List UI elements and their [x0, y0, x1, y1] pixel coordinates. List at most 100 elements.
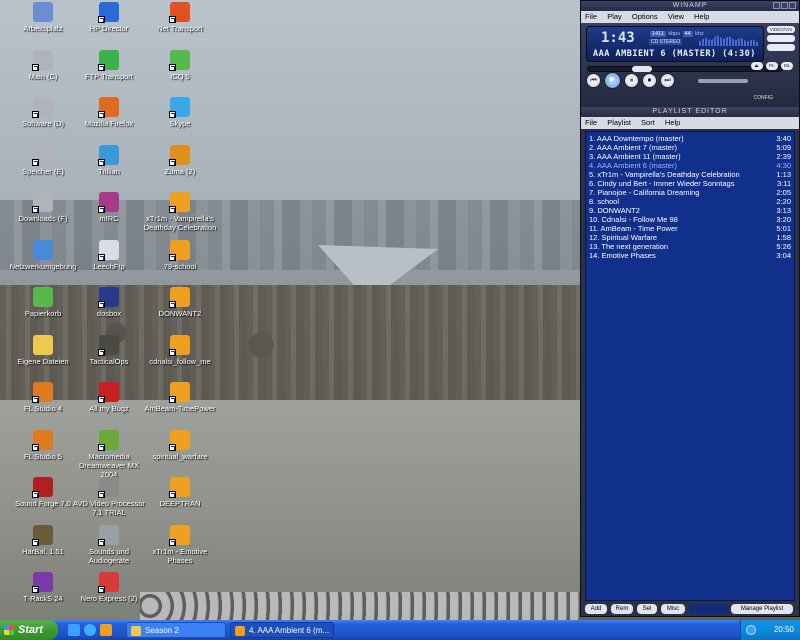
playlist-item[interactable]: 4. AAA Ambient 6 (master) 4:30: [589, 161, 791, 170]
desktop-icon[interactable]: Eigene Dateien: [6, 334, 80, 366]
desktop-icon[interactable]: cdnalsi_follow_me: [143, 334, 217, 366]
start-button[interactable]: Start: [0, 620, 58, 640]
desktop-icon[interactable]: Software (D): [6, 97, 80, 128]
desktop-icon[interactable]: ICQ 5: [143, 49, 217, 81]
volume-slider[interactable]: [698, 79, 748, 83]
playlist-item[interactable]: 9. DONWANT2 3:13: [589, 206, 791, 215]
desktop-icon[interactable]: HarBal, 1.51: [6, 524, 80, 556]
playlist-select-button[interactable]: Sel: [637, 604, 657, 614]
desktop-icon[interactable]: Nero Express (2): [72, 572, 146, 603]
playlist-item[interactable]: 8. school 2:20: [589, 197, 791, 206]
video-vis-button[interactable]: VIDEO/VIS: [767, 26, 795, 33]
playlist-item[interactable]: 3. AAA Ambient 11 (master) 2:39: [589, 152, 791, 161]
desktop-icon[interactable]: LeechFtp: [72, 239, 146, 271]
media-library-button[interactable]: ML: [781, 62, 793, 70]
quicklaunch-ie-icon[interactable]: [68, 624, 80, 636]
playlist-titlebar[interactable]: PLAYLIST EDITOR: [581, 107, 799, 117]
desktop-icon[interactable]: Sounds und Audiogeräte: [72, 524, 146, 565]
desktop-icon[interactable]: Speicher (E): [6, 144, 80, 176]
desktop-icon[interactable]: Trillian: [72, 144, 146, 176]
previous-icon[interactable]: ⏮: [586, 73, 601, 88]
winamp-menu-file[interactable]: File: [585, 12, 597, 21]
desktop-icon[interactable]: AVD Video Processor 7.1 TRIAL: [72, 477, 146, 517]
desktop-icon[interactable]: 79-school: [143, 239, 217, 271]
playlist-item[interactable]: 5. xTr1m - Vampirella's Deathday Celebra…: [589, 170, 791, 179]
playlist-menu-help[interactable]: Help: [665, 118, 680, 127]
winamp-menu-view[interactable]: View: [668, 12, 684, 21]
clock[interactable]: 20:50: [774, 620, 794, 640]
side-button-3[interactable]: [767, 44, 795, 51]
desktop-icon[interactable]: spiritual_warfare: [143, 429, 217, 461]
playlist-misc-button[interactable]: Misc: [661, 604, 685, 614]
quicklaunch-network-icon[interactable]: [84, 624, 96, 636]
desktop-icon[interactable]: FL Studio 5: [6, 429, 80, 461]
time-display[interactable]: 1:43: [601, 30, 635, 46]
play-icon[interactable]: ▶: [604, 72, 621, 89]
playlist-remove-button[interactable]: Rem: [611, 604, 633, 614]
spectrum-visualizer[interactable]: [699, 34, 759, 46]
playlist-item[interactable]: 12. Spiritual Warfare 1:58: [589, 233, 791, 242]
desktop-icon[interactable]: Main (C): [6, 49, 80, 81]
config-label[interactable]: CONFIG: [754, 95, 773, 101]
winamp-menu-help[interactable]: Help: [694, 12, 709, 21]
seek-knob[interactable]: [632, 66, 652, 72]
playlist-item[interactable]: 11. AmBeam - Time Power 5:01: [589, 224, 791, 233]
playlist-item[interactable]: 13. The next generation 5:26: [589, 242, 791, 251]
desktop-icon[interactable]: Papierkorb: [6, 287, 80, 318]
desktop-icon[interactable]: Sound Forge 7.0: [6, 477, 80, 508]
winamp-titlebar[interactable]: WINAMP: [581, 1, 799, 11]
desktop-icon[interactable]: dosbox: [72, 287, 146, 318]
taskbar-task-winamp[interactable]: 4. AAA Ambient 6 (m...: [230, 622, 334, 638]
desktop-icon[interactable]: xTr1m - Emotive Phases: [143, 524, 217, 565]
desktop-icon[interactable]: Macromedia Dreamweaver MX 2004: [72, 429, 146, 479]
playlist-item-duration: 5:01: [776, 224, 791, 233]
desktop-icon[interactable]: Downloads (F): [6, 192, 80, 223]
playlist-item[interactable]: 2. AAA Ambient 7 (master) 5:09: [589, 143, 791, 152]
desktop-icon[interactable]: FL Studio 4: [6, 382, 80, 413]
desktop-icon[interactable]: Mozilla Firefox: [72, 97, 146, 128]
eject-button[interactable]: ⏏: [750, 62, 763, 70]
playlist-menu-playlist[interactable]: Playlist: [607, 118, 631, 127]
winamp-menu-play[interactable]: Play: [607, 12, 622, 21]
quicklaunch-winamp-icon[interactable]: [100, 624, 112, 636]
next-icon[interactable]: ⏭: [660, 73, 675, 88]
desktop-icon[interactable]: All my Bugz: [72, 382, 146, 413]
pause-icon[interactable]: ⏸: [624, 73, 639, 88]
desktop-icon[interactable]: Arbeitsplatz: [6, 2, 80, 33]
minimize-icon[interactable]: [773, 2, 780, 9]
desktop-icon[interactable]: mIRC: [72, 192, 146, 223]
desktop-icon[interactable]: Skype: [143, 97, 217, 128]
close-icon[interactable]: [789, 2, 796, 9]
desktop-icon[interactable]: Netzwerkumgebung: [6, 239, 80, 271]
playlist-toggle-button[interactable]: PL: [765, 62, 778, 70]
playlist-add-button[interactable]: Add: [585, 604, 607, 614]
playlist-item[interactable]: 10. Cdnalsi - Follow Me 98 3:20: [589, 215, 791, 224]
desktop-icon[interactable]: FTP Transport: [72, 49, 146, 81]
desktop-icon[interactable]: AmBeam-TimePower: [143, 382, 217, 413]
desktop-icon[interactable]: TacticalOps: [72, 334, 146, 366]
taskbar-task-folder[interactable]: Season 2: [126, 622, 226, 638]
side-button-2[interactable]: [767, 35, 795, 42]
winamp-file-icon: [169, 524, 190, 546]
desktop-icon[interactable]: T-RackS 24: [6, 572, 80, 603]
shade-icon[interactable]: [781, 2, 788, 9]
desktop-icon[interactable]: DONWANT2: [143, 287, 217, 318]
manage-playlist-button[interactable]: Manage Playlist: [731, 604, 793, 614]
playlist-menu-sort[interactable]: Sort: [641, 118, 655, 127]
desktop-icon[interactable]: HP Director: [72, 2, 146, 33]
stop-icon[interactable]: ⏹: [642, 73, 657, 88]
playlist-item[interactable]: 7. Pianojoe - California Dreaming 2:05: [589, 188, 791, 197]
recycle-bin-icon: [33, 287, 53, 307]
tray-icon[interactable]: [746, 625, 756, 635]
playlist-item[interactable]: 14. Emotive Phases 3:04: [589, 251, 791, 260]
desktop-icon[interactable]: Net Transport: [143, 2, 217, 33]
desktop-icon[interactable]: DEEPTRAN: [143, 477, 217, 508]
playlist-list[interactable]: 1. AAA Downtempo (master) 3:40 2. AAA Ambi…: [585, 131, 795, 601]
playlist-item[interactable]: 1. AAA Downtempo (master) 3:40: [589, 134, 791, 143]
playlist-item[interactable]: 6. Cindy und Bert - Immer Wieder Sonntag…: [589, 179, 791, 188]
song-title-marquee[interactable]: AAA AMBIENT 6 (MASTER) (4:30): [593, 49, 756, 59]
desktop-icon[interactable]: xTr1m - Vampirella's Deathday Celebratio…: [143, 192, 217, 232]
desktop-icon[interactable]: Zuma (2): [143, 144, 217, 176]
winamp-menu-options[interactable]: Options: [632, 12, 658, 21]
playlist-menu-file[interactable]: File: [585, 118, 597, 127]
